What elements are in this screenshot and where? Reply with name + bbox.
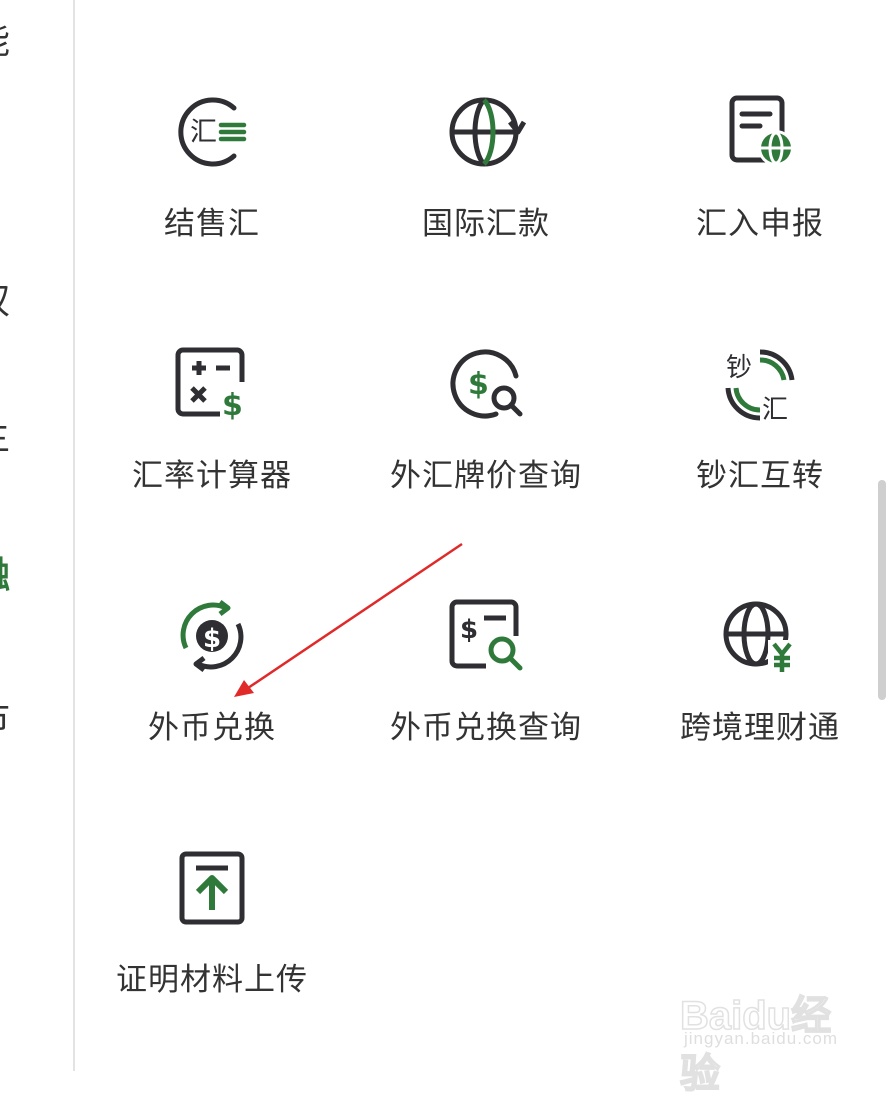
category-sidebar: 能 权 主 融 市 <box>0 0 73 1071</box>
dollar-search-icon: $ <box>450 349 523 419</box>
tile-label: 国际汇款 <box>422 206 550 242</box>
sidebar-item-active[interactable]: 融 <box>0 556 14 596</box>
tile-label: 外汇牌价查询 <box>390 458 582 494</box>
dollar-document-search-icon: $ <box>449 599 524 674</box>
sidebar-item-1[interactable]: 能 <box>0 22 14 62</box>
tile-rate-calculator[interactable]: $ 汇率计算器 <box>92 344 332 544</box>
dollar-exchange-icon: $ <box>180 600 244 672</box>
calculator-dollar-icon: $ <box>175 347 246 423</box>
tile-label: 钞汇互转 <box>696 458 824 494</box>
svg-text:$: $ <box>222 388 243 423</box>
tile-international-remittance[interactable]: 国际汇款 <box>366 92 606 292</box>
tile-fx-rate-query[interactable]: $ 外汇牌价查询 <box>366 344 606 544</box>
sidebar-item-3[interactable]: 主 <box>0 418 14 458</box>
upload-icon <box>179 851 245 925</box>
globe-transfer-icon <box>449 97 526 167</box>
document-globe-icon <box>729 95 794 166</box>
tile-label: 跨境理财通 <box>680 710 840 746</box>
tile-label: 汇率计算器 <box>132 458 292 494</box>
tile-label: 外币兑换 <box>148 710 276 746</box>
svg-text:汇: 汇 <box>762 395 788 424</box>
svg-text:钞: 钞 <box>726 353 752 383</box>
sidebar-divider <box>73 0 75 1071</box>
tile-inward-declaration[interactable]: 汇入申报 <box>640 92 880 292</box>
tile-fx-settlement[interactable]: 汇 结售汇 <box>92 92 332 292</box>
tile-foreign-currency-exchange[interactable]: $ 外币兑换 <box>92 596 332 796</box>
svg-text:$: $ <box>460 615 478 645</box>
svg-text:$: $ <box>203 624 221 654</box>
tile-cross-border-wealth[interactable]: 跨境理财通 <box>640 596 880 796</box>
sidebar-item-5[interactable]: 市 <box>0 700 14 740</box>
tile-label: 外币兑换查询 <box>390 710 582 746</box>
svg-text:$: $ <box>468 367 489 402</box>
fx-settlement-icon: 汇 <box>178 97 247 167</box>
tile-label: 结售汇 <box>164 206 260 242</box>
tile-cash-remit-exchange[interactable]: 钞 汇 钞汇互转 <box>640 344 880 544</box>
tile-proof-upload[interactable]: 证明材料上传 <box>92 848 332 1048</box>
cash-remit-exchange-icon: 钞 汇 <box>725 349 795 424</box>
sidebar-item-2[interactable]: 权 <box>0 282 14 322</box>
tile-label: 证明材料上传 <box>116 962 308 998</box>
globe-yuan-icon <box>723 601 800 674</box>
svg-text:汇: 汇 <box>190 117 217 148</box>
watermark-url: jingyan.baidu.com <box>684 1029 839 1048</box>
baidu-watermark: Baidu经验 jingyan.baidu.com <box>679 965 860 1097</box>
tile-foreign-currency-query[interactable]: $ 外币兑换查询 <box>366 596 606 796</box>
tile-label: 汇入申报 <box>696 206 824 242</box>
scrollbar-thumb[interactable] <box>878 480 886 700</box>
